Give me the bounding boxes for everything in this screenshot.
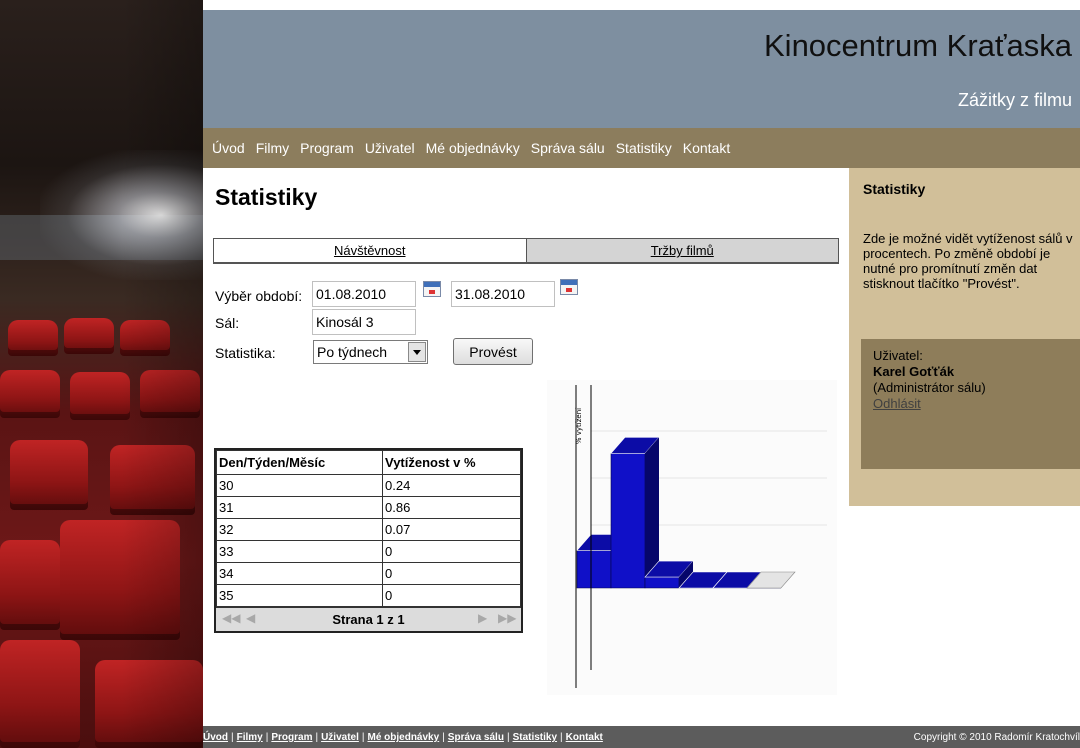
stat-select[interactable]: Po týdnech <box>313 340 428 364</box>
footer-link-filmy[interactable]: Filmy <box>237 732 263 743</box>
chart-bar-front <box>644 576 680 589</box>
user-name: Karel Goťťák <box>873 364 955 379</box>
footer-nav: Úvod | Filmy | Program | Uživatel | Mé objednávk… <box>203 732 603 743</box>
user-role: (Administrátor sálu) <box>873 380 986 395</box>
grid-cell-value: 0 <box>382 562 521 585</box>
copyright-text: Copyright © 2010 Radomír Kratochvíl <box>913 732 1080 743</box>
pager-text: Strana 1 z 1 <box>332 612 405 627</box>
footer-link-uvod[interactable]: Úvod <box>203 732 228 743</box>
site-footer: Úvod | Filmy | Program | Uživatel | Mé objednávk… <box>203 726 1080 748</box>
photo-shade <box>0 0 203 748</box>
tab-trzby-filmu[interactable]: Tržby filmů <box>525 239 838 262</box>
hall-input[interactable]: Kinosál 3 <box>312 309 416 335</box>
nav-item-sprava-salu[interactable]: Správa sálu <box>531 140 605 156</box>
chart-ylabel: % vytížení <box>575 407 583 444</box>
footer-link-uzivatel[interactable]: Uživatel <box>321 732 359 743</box>
footer-link-statistiky[interactable]: Statistiky <box>513 732 557 743</box>
chart-bar-front <box>610 452 646 589</box>
nav-item-filmy[interactable]: Filmy <box>256 140 289 156</box>
nav-item-uvod[interactable]: Úvod <box>212 140 245 156</box>
date-to-input[interactable]: 31.08.2010 <box>451 281 555 307</box>
nav-item-program[interactable]: Program <box>300 140 354 156</box>
table-row: 35 0 <box>216 584 521 607</box>
tab-navstevnost[interactable]: Návštěvnost <box>214 239 526 262</box>
grid-header-row: Den/Týden/Měsíc Vytíženost v % <box>216 450 521 475</box>
site-subtitle: Zážitky z filmu <box>957 90 1072 110</box>
chart-bar-31 <box>610 436 660 589</box>
table-row: 34 0 <box>216 562 521 585</box>
grid-cell-value: 0 <box>382 540 521 563</box>
grid-cell-value: 0.24 <box>382 474 521 497</box>
period-label: Výběr období: <box>215 288 303 304</box>
stat-select-value: Po týdnech <box>317 344 388 360</box>
page-title: Statistiky <box>215 184 318 210</box>
sidebar-title: Statistiky <box>863 181 926 197</box>
calendar-to-icon[interactable] <box>560 279 578 295</box>
hall-label: Sál: <box>215 315 240 331</box>
stat-label: Statistika: <box>215 345 276 361</box>
first-page-icon[interactable]: ◀◀ <box>222 611 240 625</box>
chevron-down-icon[interactable] <box>408 342 426 362</box>
right-sidebar: Statistiky Zde je možné vidět vytíženost… <box>849 168 1080 506</box>
footer-link-sprava-salu[interactable]: Správa sálu <box>448 732 504 743</box>
site-title: Kinocentrum Kraťaska <box>764 28 1072 63</box>
calendar-from-icon[interactable] <box>423 281 441 297</box>
site-header: Kinocentrum Kraťaska Zážitky z filmu <box>203 10 1080 128</box>
footer-link-objednavky[interactable]: Mé objednávky <box>367 732 439 743</box>
utilization-chart: % vytížení <box>547 380 837 695</box>
grid-cell-value: 0.86 <box>382 496 521 519</box>
footer-link-program[interactable]: Program <box>271 732 312 743</box>
grid-pager: ◀◀ ◀ Strana 1 z 1 ▶ ▶▶ <box>216 607 521 631</box>
nav-item-objednavky[interactable]: Mé objednávky <box>426 140 520 156</box>
grid-cell-period: 33 <box>216 540 383 563</box>
last-page-icon[interactable]: ▶▶ <box>498 611 516 625</box>
footer-separator: | <box>265 732 269 743</box>
grid-cell-period: 32 <box>216 518 383 541</box>
tab-strip: Návštěvnost Tržby filmů <box>213 238 839 264</box>
table-row: 31 0.86 <box>216 496 521 519</box>
stats-grid: Den/Týden/Měsíc Vytíženost v % 30 0.24 31… <box>214 448 523 633</box>
table-row: 30 0.24 <box>216 474 521 497</box>
nav-item-uzivatel[interactable]: Uživatel <box>365 140 415 156</box>
footer-link-kontakt[interactable]: Kontakt <box>566 732 603 743</box>
footer-separator: | <box>315 732 319 743</box>
user-label: Uživatel: <box>873 348 923 363</box>
main-nav: Úvod Filmy Program Uživatel Mé objednávk… <box>203 128 1080 168</box>
nav-item-kontakt[interactable]: Kontakt <box>683 140 730 156</box>
logout-link[interactable]: Odhlásit <box>873 396 1080 412</box>
provest-button[interactable]: Provést <box>453 338 533 365</box>
date-from-input[interactable]: 01.08.2010 <box>312 281 416 307</box>
grid-cell-period: 34 <box>216 562 383 585</box>
prev-page-icon[interactable]: ◀ <box>246 611 255 625</box>
grid-cell-period: 30 <box>216 474 383 497</box>
cinema-hall-photo <box>0 0 203 748</box>
footer-separator: | <box>560 732 563 743</box>
grid-cell-value: 0 <box>382 584 521 607</box>
next-page-icon[interactable]: ▶ <box>478 611 487 625</box>
grid-col-period[interactable]: Den/Týden/Měsíc <box>216 450 383 475</box>
sidebar-help-text: Zde je možné vidět vytíženost sálů v pro… <box>863 231 1073 291</box>
grid-cell-period: 35 <box>216 584 383 607</box>
footer-separator: | <box>231 732 234 743</box>
table-row: 33 0 <box>216 540 521 563</box>
table-row: 32 0.07 <box>216 518 521 541</box>
nav-item-statistiky[interactable]: Statistiky <box>616 140 672 156</box>
footer-separator: | <box>361 732 365 743</box>
chart-bar-front <box>576 550 612 589</box>
grid-cell-value: 0.07 <box>382 518 521 541</box>
user-box: Uživatel: Karel Goťťák (Administrátor sá… <box>861 339 1080 469</box>
grid-col-utilization[interactable]: Vytíženost v % <box>382 450 521 475</box>
footer-separator: | <box>442 732 445 743</box>
footer-separator: | <box>506 732 510 743</box>
grid-cell-period: 31 <box>216 496 383 519</box>
